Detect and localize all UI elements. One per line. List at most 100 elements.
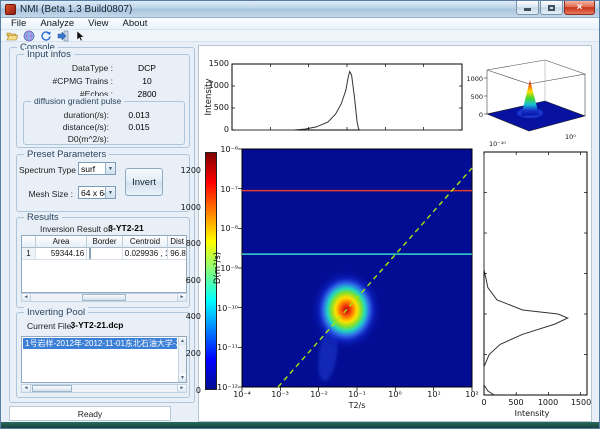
heatmap-background [242,149,472,387]
chevron-down-icon[interactable]: ▼ [105,163,115,174]
x-tick-label: 10⁻¹ [342,390,372,399]
spectrum-type-label: Spectrum Type : [19,165,73,175]
diffusion-group: diffusion gradient pulse duration(/s): 0… [23,101,185,145]
y-axis-label: Intensity [182,70,236,124]
diffusion-title: diffusion gradient pulse [31,96,124,106]
toolbar [1,30,599,42]
preset-parameters-group: Preset Parameters Spectrum Type : surf ▼… [16,154,190,212]
scroll-left-arrow[interactable]: ◄ [22,385,31,392]
colorbar-tick-label: 0 [173,386,201,395]
status-text: Ready [78,409,103,419]
d0-label: D0(m^2/s): [26,134,109,144]
results-title: Results [24,212,62,223]
refresh-button[interactable] [40,30,52,42]
mesh-size-label: Mesh Size : [19,189,73,199]
centroid-cell: 0.029936 , 1... [123,248,168,260]
preset-parameters-title: Preset Parameters [24,149,109,160]
dist-cell: 96.83 [168,248,186,260]
open-file-button[interactable] [6,30,18,42]
scroll-right-arrow[interactable]: ► [177,294,186,301]
scrollbar-thumb[interactable] [82,294,126,301]
x-tick-label: 10⁻³ [265,390,295,399]
inversion-result-value: 3-YT2-21 [98,223,154,233]
distance-label: distance(/s): [26,122,109,132]
globe-icon [23,30,35,42]
invert-button-label: Invert [132,177,156,188]
box-top [487,60,585,84]
titlebar[interactable]: NMI (Beta 1.3 Build0807) × [1,1,599,18]
pool-vscrollbar[interactable]: ▲ ▼ [178,337,186,382]
inverting-pool-title: Inverting Pool [24,307,88,318]
menu-view[interactable]: View [81,18,115,29]
app-window: NMI (Beta 1.3 Build0807) × File Analyze … [0,0,600,429]
results-table: Area Border Centroid Dist 1 59344.16 0.0… [21,235,187,293]
table-row[interactable]: 1 59344.16 0.029936 , 1... 96.83 [22,248,186,260]
pool-listbox[interactable]: 1号岩样-2012年-2012-11-01东北石油大学-3-YT2-21 ▲ ▼ [21,336,187,383]
d-intensity-plot [484,152,587,395]
datatype-label: DataType : [21,63,113,73]
input-infos-group: Input infos DataType : DCP #CPMG Trains … [16,54,190,148]
minimize-icon [524,8,531,11]
close-button[interactable]: × [564,1,595,15]
x-tick-label: 1000 [533,398,563,407]
minimize-button[interactable] [516,1,539,15]
pool-list-item-selected[interactable]: 1号岩样-2012年-2012-11-01东北石油大学-3-YT2-21 [23,338,177,349]
maximize-icon [548,5,555,11]
invert-button[interactable]: Invert [125,168,163,196]
menu-analyze[interactable]: Analyze [33,18,81,29]
scroll-left-arrow[interactable]: ◄ [22,294,31,301]
heatmap-y-axis-label: D(m²/s) [191,241,245,295]
chevron-down-icon[interactable]: ▼ [105,187,115,198]
input-infos-title: Input infos [24,49,74,60]
mesh-size-value: 64 x 64 (... [79,187,105,198]
x-tick-label: 10⁰ [565,133,576,141]
scrollbar-thumb[interactable] [32,385,72,392]
border-checkbox[interactable] [89,248,91,259]
border-header[interactable]: Border [87,236,123,248]
import-button[interactable] [57,30,69,42]
inversion-result-label: Inversion Result of: [40,224,98,234]
maximize-button[interactable] [540,1,563,15]
spectrum-type-value: surf [79,163,105,174]
workspace-button[interactable] [23,30,35,42]
app-icon [5,4,16,15]
border-cell [87,248,123,260]
pointer-button[interactable] [74,30,86,42]
menu-about[interactable]: About [116,18,155,29]
x-tick-label: 10⁻⁴ [227,390,257,399]
right-x-axis-label: Intensity [502,409,562,418]
x-tick-label: 10¹ [419,390,449,399]
y-tick-label: 0 [201,125,229,134]
menu-file[interactable]: File [4,18,33,29]
datatype-value: DCP [117,63,177,73]
folder-open-icon [6,30,18,42]
duration-label: duration(/s): [26,110,109,120]
area-cell: 59344.16 [36,248,87,260]
pool-hscrollbar[interactable]: ◄ ► [21,384,187,393]
table-header-row: Area Border Centroid Dist [22,236,186,248]
x-tick-label: 10⁰ [380,390,410,399]
x-tick-label: 10⁻¹⁰ [489,140,506,148]
spectrum-type-select[interactable]: surf ▼ [78,162,116,175]
window-controls: × [516,1,595,15]
surface-peak [521,80,539,116]
mesh-size-select[interactable]: 64 x 64 (... ▼ [78,186,116,199]
refresh-icon [40,30,52,42]
colorbar-tick-label: 1200 [173,166,201,175]
axes-box [232,64,462,130]
area-header[interactable]: Area [36,236,87,248]
y-tick-label: 1500 [201,59,229,68]
import-icon [57,30,69,42]
results-hscrollbar[interactable]: ◄ ► [21,293,187,302]
status-bar: Ready [9,406,171,421]
colorbar-tick-label: 200 [173,349,201,358]
colorbar-tick-label: 1000 [173,203,201,212]
scroll-down-arrow[interactable]: ▼ [179,374,186,382]
axes-box [484,152,587,395]
y-tick-label: 10⁻⁷ [204,185,238,194]
scroll-up-arrow[interactable]: ▲ [179,337,186,345]
x-tick-label: 500 [501,398,531,407]
centroid-header[interactable]: Centroid [123,236,168,248]
current-file-value: 3-YT2-21.dcp [57,320,137,330]
x-axis-label: T2/s [327,401,387,410]
